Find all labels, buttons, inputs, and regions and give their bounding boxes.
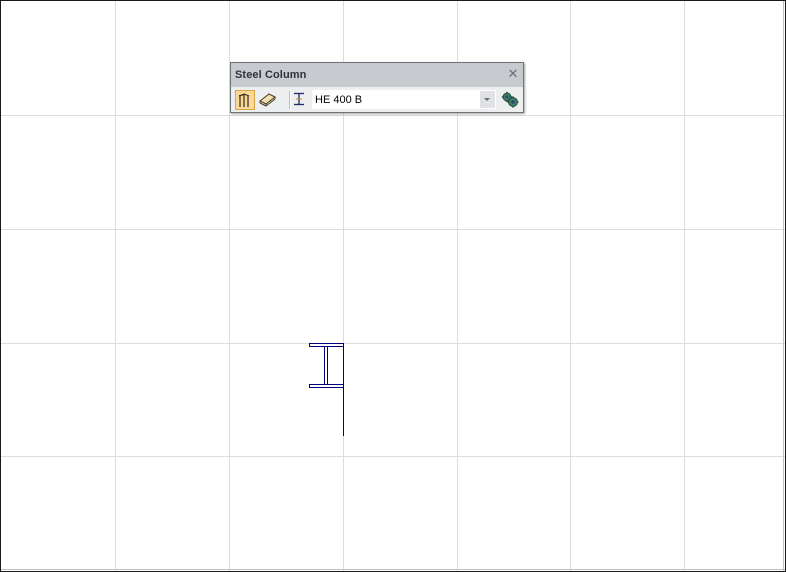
single-column-button[interactable] bbox=[258, 90, 278, 110]
close-icon[interactable]: ✕ bbox=[507, 67, 519, 80]
profile-select[interactable]: HE 400 B bbox=[312, 90, 496, 109]
toolbar-title-bar[interactable]: Steel Column ✕ bbox=[231, 63, 523, 87]
settings-gears-icon bbox=[501, 91, 519, 108]
multi-column-icon bbox=[238, 93, 250, 107]
toolbar-title: Steel Column bbox=[235, 69, 307, 81]
steel-column-toolbar[interactable]: Steel Column ✕ HE 400 B bbox=[230, 62, 524, 113]
steel-column-profile[interactable] bbox=[309, 343, 344, 437]
chevron-down-icon[interactable] bbox=[480, 91, 495, 108]
profile-section-button[interactable] bbox=[290, 90, 310, 110]
profile-top-flange bbox=[309, 343, 344, 347]
profile-bottom-flange bbox=[309, 384, 344, 388]
drawing-canvas[interactable]: Steel Column ✕ HE 400 B bbox=[0, 0, 786, 572]
profile-select-value: HE 400 B bbox=[315, 94, 363, 106]
settings-button[interactable] bbox=[500, 90, 520, 110]
toolbar-body: HE 400 B bbox=[231, 87, 523, 112]
profile-section-icon bbox=[294, 92, 304, 106]
single-column-icon bbox=[259, 93, 276, 107]
multi-column-button[interactable] bbox=[235, 90, 255, 110]
